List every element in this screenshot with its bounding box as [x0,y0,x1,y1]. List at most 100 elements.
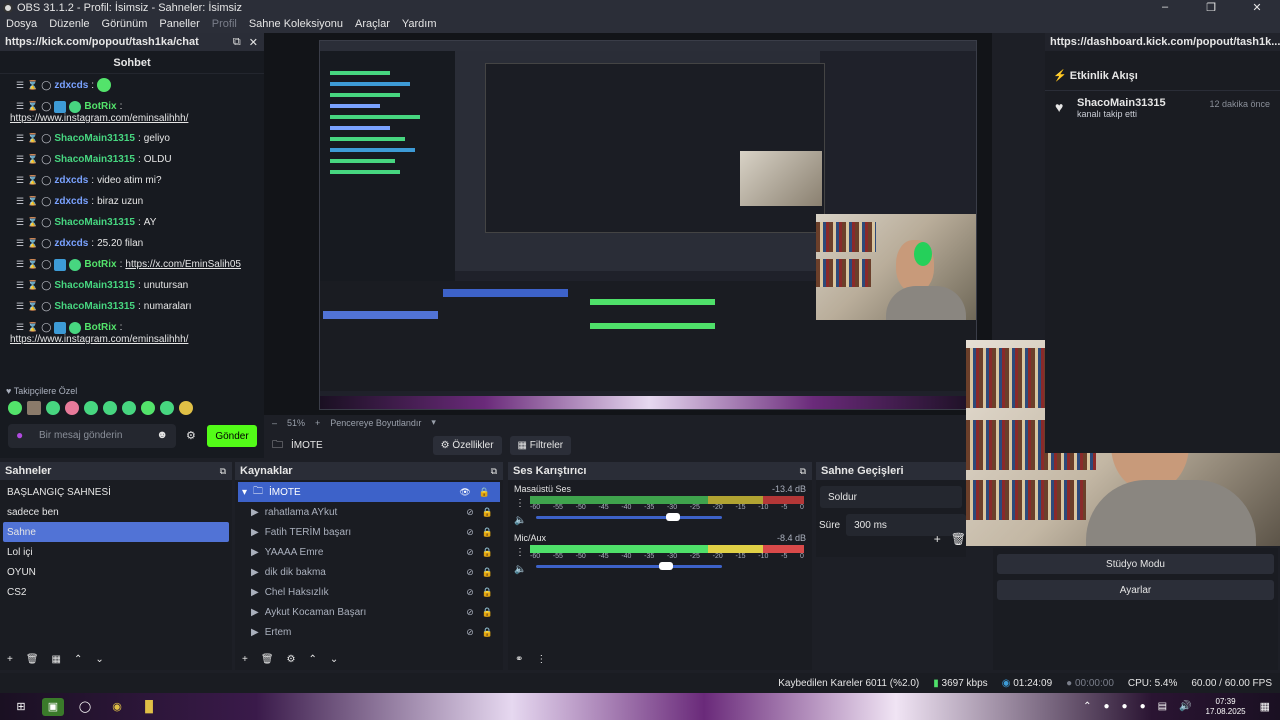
hidden-icon[interactable]: ⊘ [466,587,474,598]
studio-mode-button[interactable]: Stüdyo Modu [997,554,1274,574]
zoom-out-icon[interactable]: – [272,418,277,428]
lol-icon[interactable]: █ [138,698,160,716]
visibility-icon[interactable]: 👁 [459,487,470,498]
filter-icon[interactable]: ▦ [52,654,61,665]
tray-app-icon[interactable]: ● [1104,701,1110,712]
hidden-icon[interactable]: ⊘ [466,527,474,538]
hidden-icon[interactable]: ⊘ [466,607,474,618]
lock-icon[interactable]: 🔒 [482,627,493,638]
properties-button[interactable]: ⚙ Özellikler [432,435,502,455]
add-transition-icon[interactable]: + [934,532,941,546]
emote-icon[interactable] [27,401,41,415]
minimize-button[interactable]: – [1142,1,1188,14]
restore-button[interactable]: ❐ [1188,1,1234,14]
scene-item[interactable]: Lol içi [0,542,232,562]
trash-icon[interactable]: 🗑 [26,654,39,665]
notifications-icon[interactable]: ▦ [1260,700,1280,713]
chat-link[interactable]: https://www.instagram.com/eminsalihhh/ [0,334,264,345]
transition-select[interactable]: Soldur [820,486,962,508]
fit-dropdown[interactable]: Pencereye Boyutlandır [330,418,421,428]
add-source-icon[interactable]: + [242,654,248,665]
windows-start-icon[interactable]: ⊞ [10,698,32,716]
source-item[interactable]: ▶ Ertem ⊘ 🔒 [235,622,503,642]
tray-app-icon[interactable]: ● [1140,701,1146,712]
chevron-up-icon[interactable]: ⌃ [309,654,317,665]
emote-icon[interactable] [8,401,22,415]
emote-icon[interactable] [46,401,60,415]
emote-icon[interactable] [103,401,117,415]
lock-icon[interactable]: 🔒 [482,547,493,558]
menu-file[interactable]: Dosya [0,18,43,30]
kebab-menu-icon[interactable]: ⋮ [536,654,546,665]
clock[interactable]: 07:39 17.08.2025 [1206,697,1260,717]
gear-icon[interactable]: ⚙ [287,654,296,665]
chevron-down-icon[interactable]: ▾ [431,417,436,428]
chevron-down-icon[interactable]: ⌄ [95,654,103,665]
lock-icon[interactable]: 🔒 [482,567,493,578]
close-dock-icon[interactable]: ✕ [249,36,258,49]
chat-link[interactable]: https://www.instagram.com/eminsalihhh/ [0,113,264,124]
network-icon[interactable]: ▤ [1158,701,1167,712]
undock-icon[interactable]: ⧉ [800,466,812,477]
add-scene-icon[interactable]: + [7,654,13,665]
kebab-menu-icon[interactable]: ⋮ [515,498,525,509]
menu-view[interactable]: Görünüm [96,18,154,30]
lock-icon[interactable]: 🔒 [482,507,493,518]
emote-icon[interactable] [84,401,98,415]
emoji-picker-icon[interactable]: ☻ [156,429,168,441]
settings-button[interactable]: Ayarlar [997,580,1274,600]
lock-icon[interactable]: 🔒 [479,487,490,498]
obs-taskbar-icon[interactable]: ◯ [74,698,96,716]
volume-slider[interactable] [536,562,722,570]
trash-icon[interactable]: 🗑 [261,654,274,665]
chat-settings-icon[interactable]: ⚙ [186,429,196,442]
scene-item[interactable]: sadece ben [0,502,232,522]
menu-scene-collection[interactable]: Sahne Koleksiyonu [243,18,349,30]
hidden-icon[interactable]: ⊘ [466,547,474,558]
kebab-menu-icon[interactable]: ⋮ [515,547,525,558]
lock-icon[interactable]: 🔒 [482,607,493,618]
hidden-icon[interactable]: ⊘ [466,627,474,638]
hidden-icon[interactable]: ⊘ [466,567,474,578]
source-item[interactable]: ▶ rahatlama AYkut ⊘ 🔒 [235,502,503,522]
zoom-in-icon[interactable]: + [315,418,320,428]
source-item-selected[interactable]: ▾ 🗀 İMOTE 👁 🔒 [238,482,500,502]
chevron-up-icon[interactable]: ⌃ [1083,701,1091,712]
menu-profile[interactable]: Profil [206,18,243,30]
chat-link[interactable]: https://x.com/EminSalih05 [125,258,241,271]
source-item[interactable]: ▶ YAAAA Emre ⊘ 🔒 [235,542,503,562]
chevron-up-icon[interactable]: ⌃ [74,654,82,665]
minecraft-icon[interactable]: ▣ [42,697,64,716]
scene-item[interactable]: OYUN [0,562,232,582]
menu-help[interactable]: Yardım [396,18,443,30]
volume-icon[interactable]: 🔊 [1179,701,1191,712]
undock-icon[interactable]: ⧉ [233,36,241,49]
close-window-button[interactable]: ✕ [1234,1,1280,14]
emote-icon[interactable] [141,401,155,415]
microphone-icon[interactable]: ● [16,428,23,442]
scene-item-selected[interactable]: Sahne [3,522,229,542]
chrome-icon[interactable]: ◉ [106,698,128,716]
emote-icon[interactable] [65,401,79,415]
speaker-icon[interactable]: 🔈 [514,564,526,575]
scene-item[interactable]: BAŞLANGIÇ SAHNESİ [0,482,232,502]
trash-icon[interactable]: 🗑 [951,532,966,546]
chat-input[interactable]: ● Bir mesaj gönderin ☻ [8,424,176,448]
scene-item[interactable]: CS2 [0,582,232,602]
source-item[interactable]: ▶ Chel Haksızlık ⊘ 🔒 [235,582,503,602]
emote-icon[interactable] [160,401,174,415]
hidden-icon[interactable]: ⊘ [466,507,474,518]
lock-icon[interactable]: 🔒 [482,587,493,598]
tray-app-icon[interactable]: ● [1122,701,1128,712]
volume-knob[interactable] [658,562,673,570]
link-icon[interactable]: ⚭ [515,654,523,665]
undock-icon[interactable]: ⧉ [220,466,232,477]
source-item[interactable]: ▶ Fatih TERİM başarı ⊘ 🔒 [235,522,503,542]
send-button[interactable]: Gönder [207,425,257,447]
menu-edit[interactable]: Düzenle [43,18,95,30]
emote-icon[interactable] [122,401,136,415]
menu-docks[interactable]: Paneller [153,18,205,30]
lock-icon[interactable]: 🔒 [482,527,493,538]
chevron-down-icon[interactable]: ⌄ [330,654,338,665]
emote-icon[interactable] [179,401,193,415]
